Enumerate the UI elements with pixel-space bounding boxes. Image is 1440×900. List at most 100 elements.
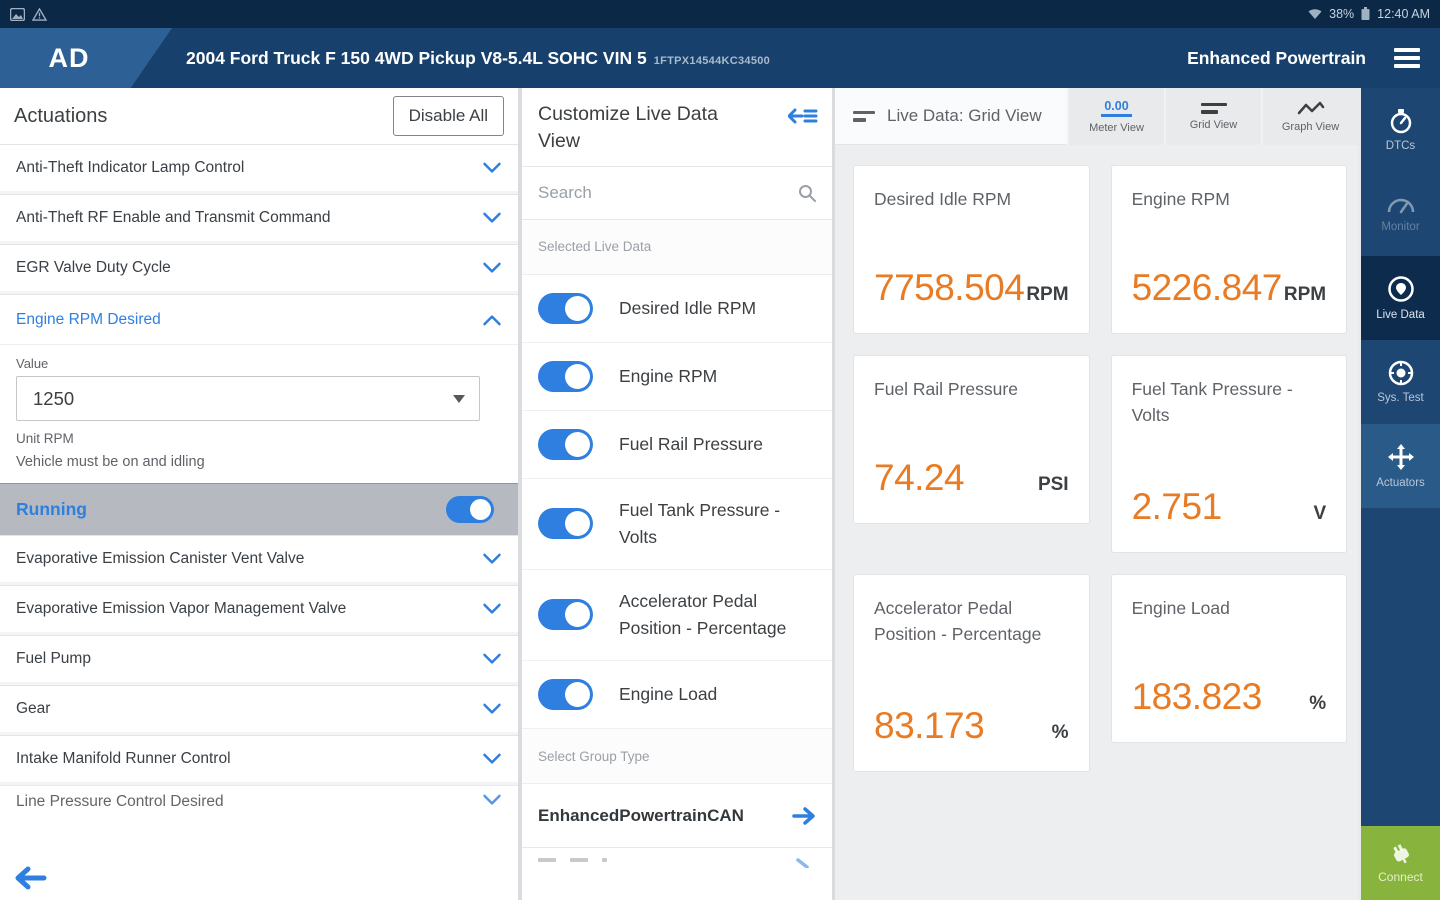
chevron-down-icon[interactable] [482, 552, 502, 566]
select-group-type-label: Select Group Type [522, 729, 832, 784]
sys-test-icon [1388, 360, 1414, 386]
live-data-toggle-row: Fuel Tank Pressure - Volts [522, 479, 832, 570]
view-title-box: Live Data: Grid View [835, 88, 1067, 145]
actuation-item-line-pressure[interactable]: Line Pressure Control Desired [0, 785, 518, 811]
running-toggle[interactable] [446, 496, 494, 523]
search-row [522, 167, 832, 220]
actuations-panel: Actuations Disable All Anti-Theft Indica… [0, 88, 518, 900]
chevron-down-icon[interactable] [482, 752, 502, 766]
status-bar: 38% 12:40 AM [0, 0, 1440, 28]
card-unit: RPM [1284, 284, 1326, 306]
grid-view-button[interactable]: Grid View [1166, 88, 1261, 145]
search-input[interactable] [538, 183, 798, 203]
meter-view-icon: 0.00 [1101, 99, 1131, 117]
wifi-icon [1308, 9, 1322, 20]
collapse-panel-icon[interactable] [788, 105, 818, 156]
monitor-icon [1387, 195, 1415, 215]
card-accelerator-pedal-position: Accelerator Pedal Position - Percentage … [853, 574, 1090, 772]
chevron-down-icon[interactable] [482, 211, 502, 225]
chevron-down-icon[interactable] [482, 602, 502, 616]
card-value: 7758.504 [874, 267, 1024, 309]
chevron-down-icon[interactable] [482, 702, 502, 716]
dropdown-caret-icon [453, 395, 465, 403]
connector-plug-icon [1388, 842, 1414, 866]
actuators-icon [1387, 443, 1415, 471]
back-arrow-icon[interactable] [14, 866, 48, 890]
live-data-toggle-row: Engine Load [522, 661, 832, 729]
chevron-down-icon[interactable] [482, 261, 502, 275]
group-type-item[interactable]: EnhancedPowertrainCAN [522, 784, 832, 848]
actuations-title: Actuations [14, 105, 107, 128]
app-logo: AD [0, 28, 172, 88]
actuation-item-evap-vapor-mgmt[interactable]: Evaporative Emission Vapor Management Va… [0, 585, 518, 635]
selected-live-data-label: Selected Live Data [522, 220, 832, 275]
chevron-up-icon[interactable] [482, 313, 502, 327]
card-value: 83.173 [874, 705, 984, 747]
app-header: AD 2004 Ford Truck F 150 4WD Pickup V8-5… [0, 28, 1440, 88]
meter-view-button[interactable]: 0.00 Meter View [1069, 88, 1164, 145]
truncated-list-item [522, 848, 832, 886]
rpm-value-select[interactable]: 1250 [16, 376, 480, 421]
actuation-item-egr-valve[interactable]: EGR Valve Duty Cycle [0, 244, 518, 294]
unit-label: Unit RPM [16, 431, 502, 446]
actuation-item-intake-manifold[interactable]: Intake Manifold Runner Control [0, 735, 518, 785]
actuation-item-anti-theft-rf[interactable]: Anti-Theft RF Enable and Transmit Comman… [0, 194, 518, 244]
card-unit: PSI [1038, 474, 1069, 496]
clock-time: 12:40 AM [1377, 7, 1430, 21]
actuation-item-anti-theft-lamp[interactable]: Anti-Theft Indicator Lamp Control [0, 144, 518, 194]
running-label: Running [16, 499, 87, 520]
live-data-toggle-row: Accelerator Pedal Position - Percentage [522, 570, 832, 661]
card-value: 183.823 [1132, 676, 1262, 718]
sidebar-item-monitor[interactable]: Monitor [1361, 172, 1440, 256]
live-data-card-grid: Desired Idle RPM 7758.504 RPM Engine RPM… [835, 145, 1358, 792]
warning-icon [32, 8, 47, 21]
toggle-fuel-tank-pressure[interactable] [538, 508, 593, 539]
sidebar-item-live-data[interactable]: Live Data [1361, 256, 1440, 340]
customize-panel-title: Customize Live Data View [538, 101, 753, 156]
card-unit: % [1052, 722, 1069, 744]
card-engine-load: Engine Load 183.823 % [1111, 574, 1348, 743]
connect-button[interactable]: Connect [1361, 826, 1440, 900]
card-unit: % [1309, 693, 1326, 715]
card-unit: V [1313, 503, 1326, 525]
toggle-engine-load[interactable] [538, 679, 593, 710]
sidebar-item-actuators[interactable]: Actuators [1361, 424, 1440, 508]
disable-all-button[interactable]: Disable All [393, 96, 504, 136]
toggle-desired-idle-rpm[interactable] [538, 293, 593, 324]
sidebar-item-sys-test[interactable]: Sys. Test [1361, 340, 1440, 424]
requirement-note: Vehicle must be on and idling [16, 454, 502, 470]
card-fuel-tank-pressure-volts: Fuel Tank Pressure - Volts 2.751 V [1111, 355, 1348, 553]
chevron-fragment-icon [796, 858, 810, 868]
graph-view-button[interactable]: Graph View [1263, 88, 1358, 145]
card-fuel-rail-pressure: Fuel Rail Pressure 74.24 PSI [853, 355, 1090, 524]
sidebar-item-dtcs[interactable]: DTCs [1361, 88, 1440, 172]
view-title: Live Data: Grid View [887, 106, 1042, 126]
chevron-down-icon[interactable] [482, 793, 502, 807]
chevron-down-icon[interactable] [482, 652, 502, 666]
live-data-toggle-row: Desired Idle RPM [522, 275, 832, 343]
toggle-fuel-rail-pressure[interactable] [538, 429, 593, 460]
actuation-item-fuel-pump[interactable]: Fuel Pump [0, 635, 518, 685]
running-row: Running [0, 483, 518, 535]
toggle-accel-pedal-position[interactable] [538, 599, 593, 630]
actuation-item-gear[interactable]: Gear [0, 685, 518, 735]
screenshot-icon [10, 8, 25, 21]
list-lines-icon [853, 111, 875, 122]
battery-percent: 38% [1329, 7, 1354, 21]
hamburger-menu-icon[interactable] [1394, 48, 1420, 68]
logo-text: AD [49, 43, 90, 74]
forward-arrow-icon [792, 807, 816, 825]
card-unit: RPM [1026, 284, 1068, 306]
toggle-engine-rpm[interactable] [538, 361, 593, 392]
chevron-down-icon[interactable] [482, 161, 502, 175]
card-engine-rpm: Engine RPM 5226.847 RPM [1111, 165, 1348, 334]
vehicle-title-block: 2004 Ford Truck F 150 4WD Pickup V8-5.4L… [186, 48, 770, 69]
actuation-item-evap-canister-vent[interactable]: Evaporative Emission Canister Vent Valve [0, 535, 518, 585]
search-icon [798, 184, 816, 202]
card-value: 5226.847 [1132, 267, 1282, 309]
dtcs-icon [1388, 108, 1414, 134]
value-field-label: Value [16, 356, 502, 371]
truncated-text [538, 858, 607, 862]
customize-live-data-panel: Customize Live Data View Selected Live D… [518, 88, 835, 900]
actuation-item-engine-rpm-desired[interactable]: Engine RPM Desired [0, 294, 518, 344]
